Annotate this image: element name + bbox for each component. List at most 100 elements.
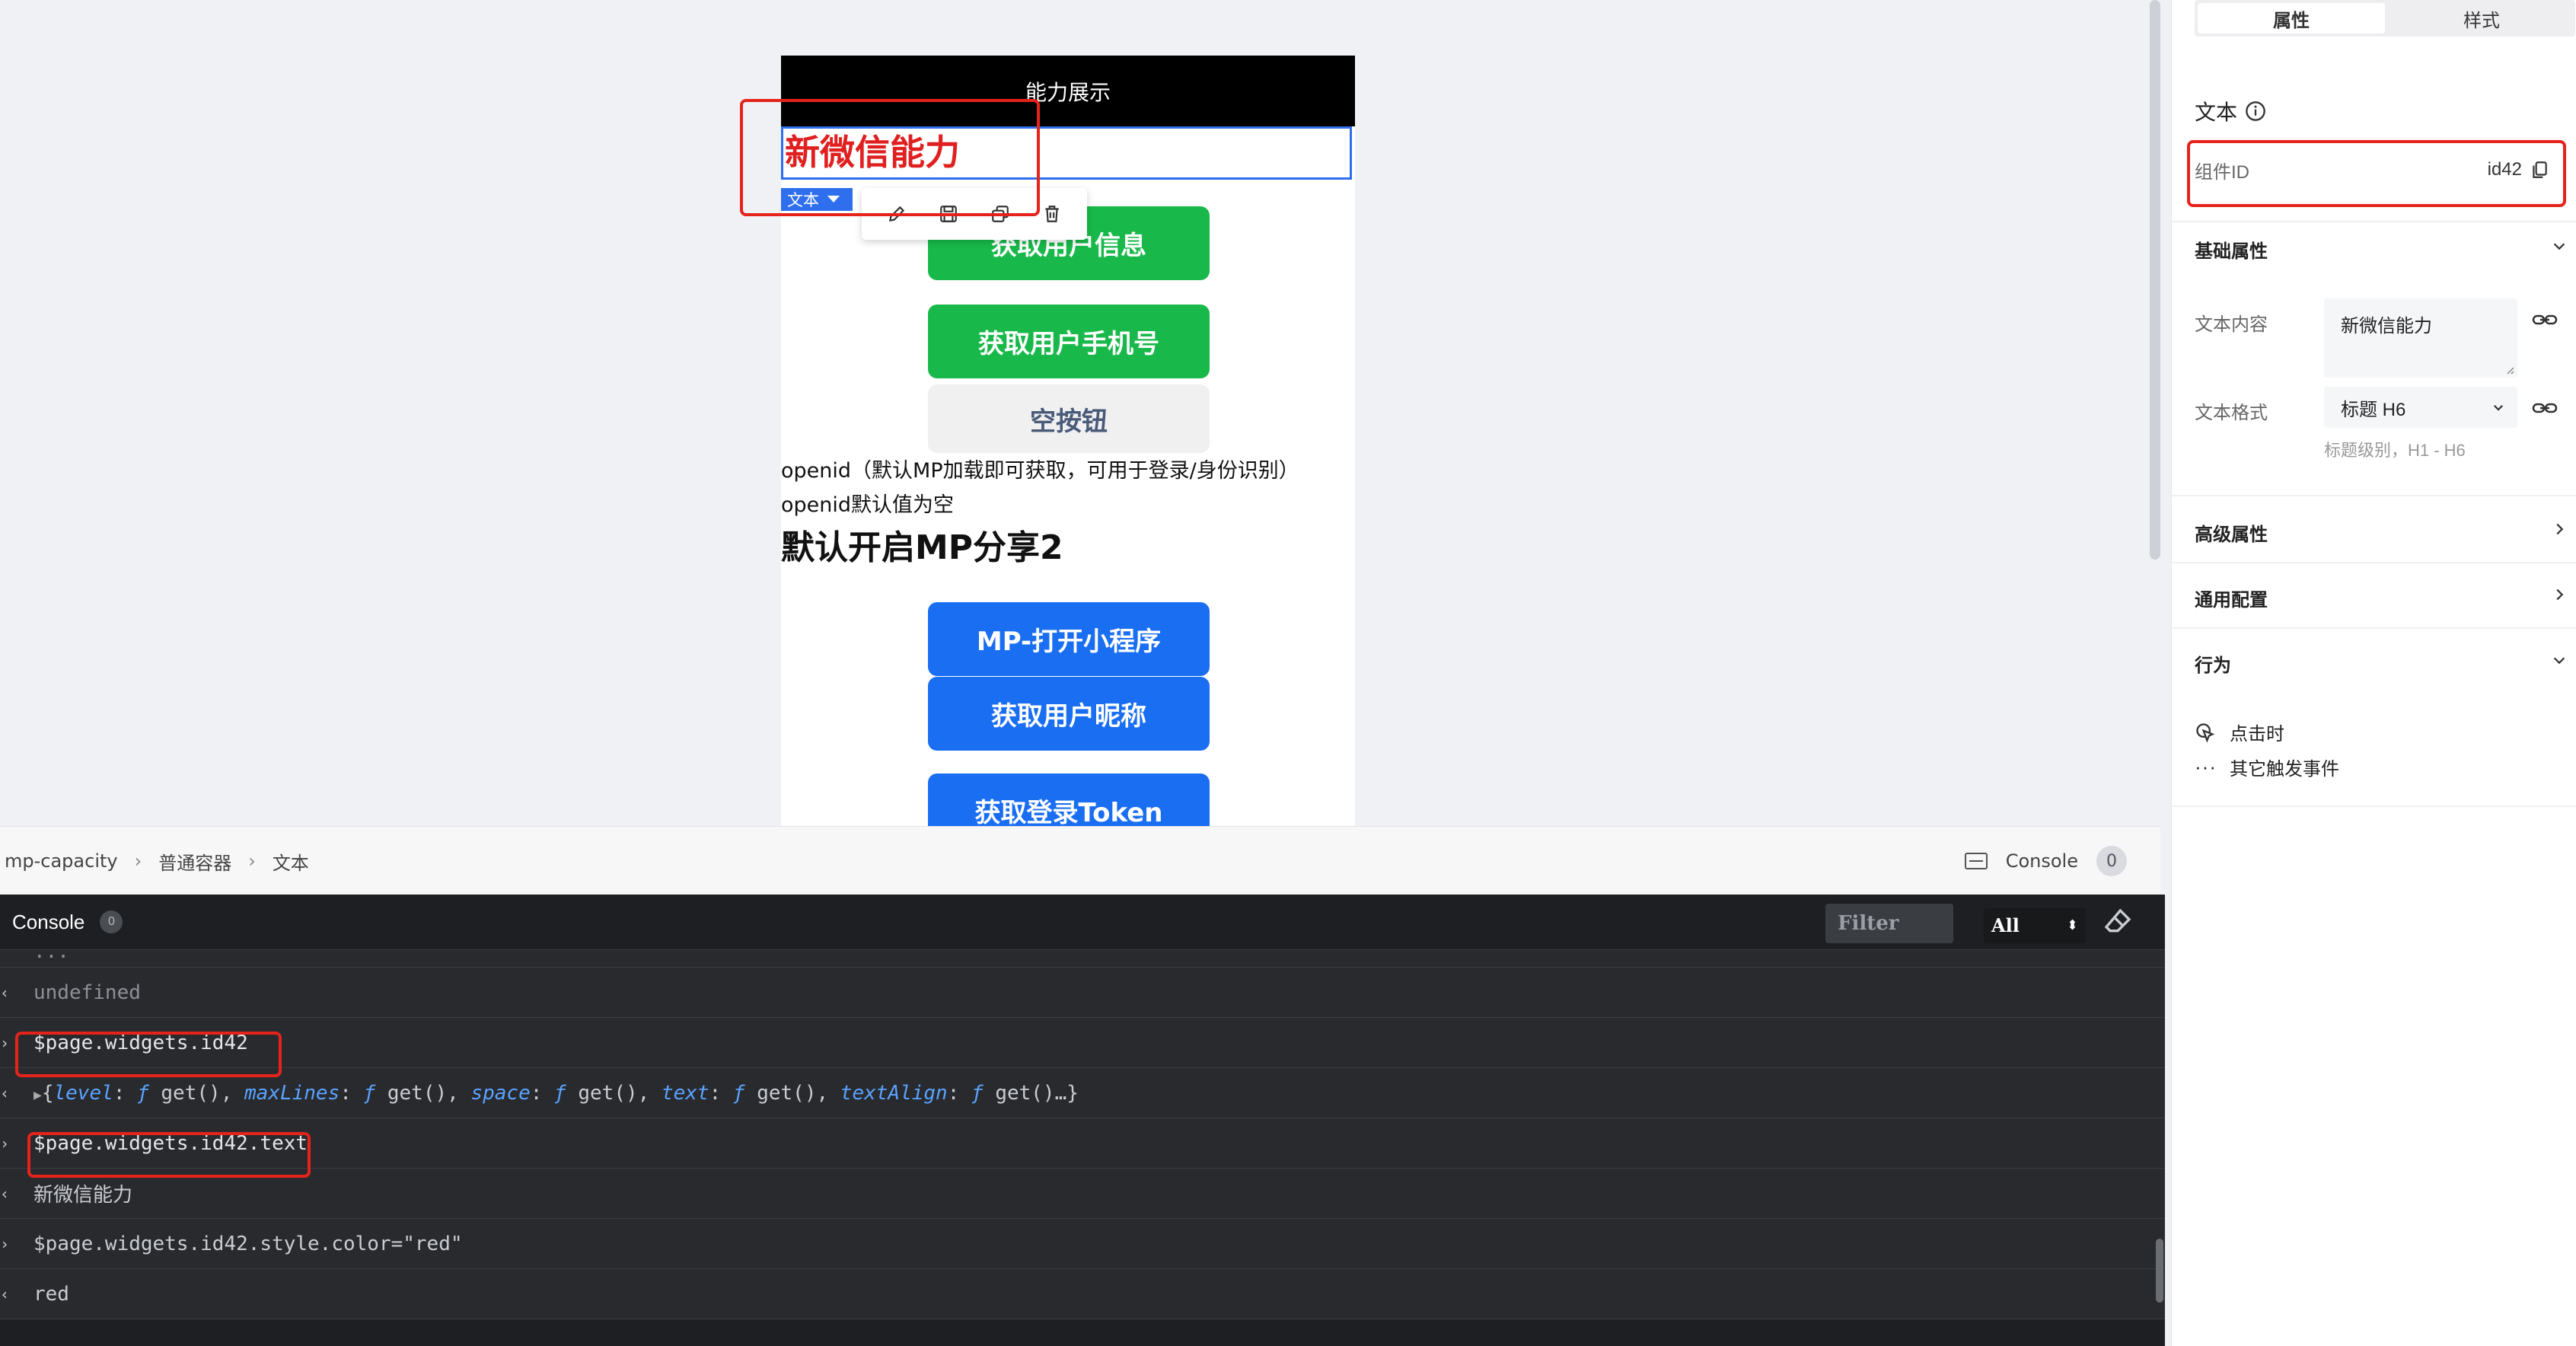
panel-icon[interactable] [1964,853,1988,869]
fn-sig: get() [387,1081,448,1105]
prop-name: text [661,1081,709,1105]
fn-sig: get() [757,1081,817,1105]
resize-handle-icon[interactable] [2504,364,2514,375]
tab-styles[interactable]: 样式 [2388,0,2575,37]
text-format-label: 文本格式 [2195,403,2268,423]
fn-sig: get() [578,1081,638,1105]
console-count-badge: 0 [2096,846,2127,876]
component-type-heading: 文本 [2195,96,2266,126]
advanced-section-title[interactable]: 高级属性 [2195,519,2268,546]
console-level-value: All [1991,914,2020,936]
breadcrumb-item-container[interactable]: 普通容器 [158,848,231,875]
result-arrow-icon: ‹ [0,1284,10,1303]
fn-sig: get() [161,1081,221,1105]
console-row: ‹ red [0,1269,2165,1319]
open-mp-button[interactable]: MP-打开小程序 [928,602,1210,676]
console-row-text: 新微信能力 [33,1184,133,1207]
input-arrow-icon: › [0,1134,10,1153]
get-phone-button[interactable]: 获取用户手机号 [928,305,1210,378]
console-scrollbar[interactable] [2156,1239,2163,1303]
openid-default-text: openid默认值为空 [781,493,955,517]
general-section-title[interactable]: 通用配置 [2195,585,2268,611]
empty-button[interactable]: 空按钮 [928,384,1210,453]
console-row: › $page.widgets.id42.text [0,1118,2165,1169]
console-row: ... [0,940,2165,968]
console-row-text: ... [33,940,69,963]
link-icon[interactable] [2532,400,2558,416]
console-row: ‹ ▶{level: ƒ get(), maxLines: ƒ get(), s… [0,1068,2165,1118]
annotation-box-component-id [2187,140,2566,207]
console-input-area[interactable] [0,1319,2165,1346]
divider [2172,627,2576,629]
breadcrumb-item-root[interactable]: mp-capacity [5,850,118,872]
fn-symbol: ƒ [971,1081,984,1105]
panel-tabs: 属性 样式 [2195,0,2575,37]
console-row: › $page.widgets.id42 [0,1018,2165,1068]
divider [2172,805,2576,807]
console-row: › $page.widgets.id42.style.color="red" [0,1219,2165,1269]
console-filter-input[interactable]: Filter [1825,904,1953,943]
console-toggle-label[interactable]: Console [2006,850,2078,872]
other-events-label: 其它触发事件 [2230,759,2339,780]
divider [2172,495,2576,496]
delete-icon[interactable] [1035,197,1069,231]
fn-sig: get() [995,1081,1055,1105]
text-content-field[interactable]: 新微信能力 [2324,298,2517,378]
fn-symbol: ƒ [732,1081,745,1105]
console-row: ‹ 新微信能力 [0,1169,2165,1219]
get-token-button[interactable]: 获取登录Token [928,773,1210,826]
console-row-text: $page.widgets.id42.style.color="red" [33,1232,463,1255]
basic-section-title[interactable]: 基础属性 [2195,236,2268,263]
other-events[interactable]: ··· 其它触发事件 [2195,754,2339,780]
chevron-down-icon[interactable] [2551,238,2568,254]
component-type-text: 文本 [2195,100,2238,124]
prop-name: space [470,1081,531,1105]
chevron-right-icon: › [248,850,256,872]
result-arrow-icon: ‹ [0,1083,10,1102]
console-header: Console 0 Filter All ⬍ [0,895,2165,950]
clear-console-icon[interactable] [2103,907,2133,937]
pointer-click-icon [2196,722,2215,743]
input-arrow-icon: › [0,1234,10,1253]
chevron-down-icon [2493,404,2504,411]
chevron-right-icon[interactable] [2551,586,2568,603]
behavior-section-title[interactable]: 行为 [2195,650,2231,677]
input-arrow-icon: › [0,1033,10,1052]
share-heading: 默认开启MP分享2 [781,528,1063,567]
on-click-label: 点击时 [2230,724,2284,745]
text-format-select[interactable]: 标题 H6 [2324,387,2517,428]
result-arrow-icon: ‹ [0,1184,10,1203]
tab-properties[interactable]: 属性 [2198,3,2385,33]
editor-canvas[interactable]: 能力展示 新微信能力 获取用户信息 获取用户手机号 空按钮 openid（默认M… [0,0,2160,826]
divider [2172,221,2576,222]
brace-open: { [41,1081,54,1105]
text-content-value: 新微信能力 [2341,316,2432,336]
console-row-text: red [33,1282,69,1306]
annotation-box-widget-expr [15,1032,282,1077]
on-click-event[interactable]: 点击时 [2195,719,2284,745]
openid-description: openid（默认MP加载即可获取，可用于登录/身份识别） [781,459,1299,483]
breadcrumb-item-text[interactable]: 文本 [273,848,309,875]
console-level-select[interactable]: All ⬍ [1984,908,2086,943]
text-format-hint: 标题级别，H1 - H6 [2324,441,2466,460]
prop-name: textAlign [840,1081,948,1105]
annotation-box-text-expr [27,1132,311,1178]
chevron-right-icon[interactable] [2551,521,2568,537]
console-row: ‹ undefined [0,968,2165,1018]
get-nickname-button[interactable]: 获取用户昵称 [928,677,1210,751]
canvas-scrollbar[interactable] [2150,0,2160,560]
console-toggle[interactable]: Console 0 [1964,827,2127,895]
console-object-preview[interactable]: ▶{level: ƒ get(), maxLines: ƒ get(), spa… [33,1082,1079,1105]
brace-close: …} [1054,1081,1079,1105]
fn-symbol: ƒ [554,1081,566,1105]
chevron-down-icon[interactable] [2551,652,2568,668]
updown-arrow-icon: ⬍ [2066,917,2078,933]
fn-symbol: ƒ [137,1081,149,1105]
fn-symbol: ƒ [363,1081,376,1105]
breadcrumb-bar: mp-capacity › 普通容器 › 文本 Console 0 [0,826,2160,895]
expand-triangle-icon[interactable]: ▶ [33,1087,42,1103]
console-row-text: undefined [33,981,141,1004]
info-icon[interactable] [2245,100,2266,122]
link-icon[interactable] [2532,312,2558,327]
text-content-label: 文本内容 [2195,314,2268,335]
